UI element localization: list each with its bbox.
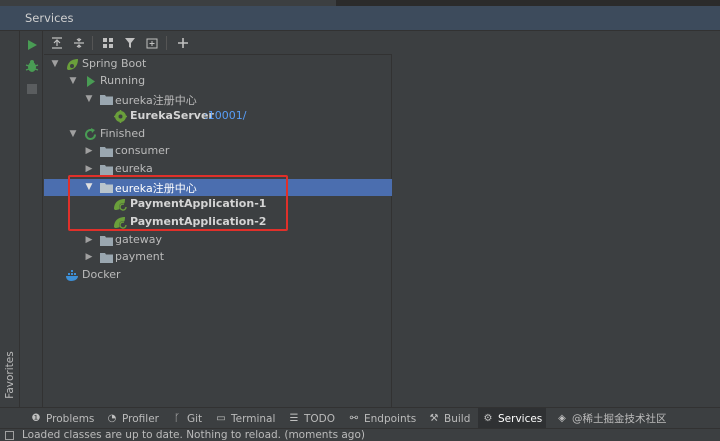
panel-title: Services: [25, 11, 74, 25]
tool-window-label: Services: [498, 412, 543, 425]
build-icon: ⚒: [429, 413, 439, 424]
tree-node-consumer[interactable]: ▶ consumer: [44, 143, 392, 160]
folder-icon: [99, 250, 114, 265]
chevron-down-icon[interactable]: ▼: [84, 94, 94, 104]
tree-label: Running: [100, 74, 146, 87]
tool-window-label: Problems: [46, 412, 95, 425]
tree-label: Docker: [82, 268, 121, 281]
chevron-right-icon[interactable]: ▶: [84, 146, 94, 156]
tool-window-label: Terminal: [231, 412, 276, 425]
status-message: Loaded classes are up to date. Nothing t…: [22, 429, 365, 441]
tree-node-gateway[interactable]: ▶ gateway: [44, 232, 392, 249]
todo-icon: ☰: [289, 413, 299, 424]
filter-icon[interactable]: [121, 34, 139, 52]
running-icon: [83, 74, 98, 89]
endpoints-icon: ⚯: [349, 413, 359, 424]
tree-label: gateway: [115, 233, 163, 246]
tool-window-profiler[interactable]: ◔ Profiler: [102, 408, 163, 429]
tree-node-spring-boot[interactable]: ▼ Spring Boot: [44, 56, 392, 73]
tool-window-todo[interactable]: ☰ TODO: [284, 408, 339, 429]
highlight-box: [68, 175, 288, 231]
problems-icon: ❶: [31, 413, 41, 424]
chevron-down-icon[interactable]: ▼: [68, 129, 78, 139]
chevron-right-icon[interactable]: ▶: [84, 235, 94, 245]
tree-node-payment[interactable]: ▶ payment: [44, 249, 392, 266]
terminal-icon: ▭: [216, 413, 226, 424]
tree-label: EurekaServer: [130, 109, 214, 122]
tool-window-label: Profiler: [122, 412, 159, 425]
tree-node-running[interactable]: ▼ Running: [44, 73, 392, 90]
tree-node-running-group[interactable]: ▼ eureka注册中心: [44, 91, 392, 108]
spring-boot-icon: [65, 57, 80, 72]
toggle-tool-windows-icon[interactable]: [5, 431, 14, 440]
tool-window-label: @稀土掘金技术社区: [572, 413, 667, 425]
chevron-down-icon[interactable]: ▼: [68, 76, 78, 86]
service-detail-panel: [393, 31, 720, 407]
docker-icon: [65, 268, 80, 283]
tree-label: consumer: [115, 144, 170, 157]
tool-window-label: Git: [187, 412, 203, 425]
services-toolbar: [44, 31, 392, 55]
tool-window-build[interactable]: ⚒ Build: [424, 408, 474, 429]
collapse-all-icon[interactable]: [70, 34, 88, 52]
chevron-right-icon[interactable]: ▶: [84, 164, 94, 174]
toolbar-separator: [92, 36, 93, 50]
expand-all-icon[interactable]: [48, 34, 66, 52]
tree-node-finished[interactable]: ▼ Finished: [44, 126, 392, 143]
tool-window-database[interactable]: ◈ @稀土掘金技术社区: [552, 408, 671, 429]
group-by-icon[interactable]: [99, 34, 117, 52]
tree-label: Spring Boot: [82, 57, 147, 70]
tool-window-label: Endpoints: [364, 412, 417, 425]
git-icon: ᚴ: [174, 413, 180, 424]
services-icon: ⚙: [483, 413, 493, 424]
run-icon[interactable]: [24, 37, 40, 53]
folder-icon: [99, 144, 114, 159]
database-icon: ◈: [558, 413, 566, 424]
favorites-label: Favorites: [4, 351, 16, 399]
chevron-right-icon[interactable]: ▶: [84, 252, 94, 262]
tool-window-bar: ❶ Problems ◔ Profiler ᚴ Git ▭ Terminal ☰…: [0, 407, 720, 429]
profiler-icon: ◔: [107, 413, 117, 424]
tool-window-label: TODO: [304, 412, 336, 425]
debug-icon[interactable]: [24, 58, 40, 74]
new-tab-icon[interactable]: [143, 34, 161, 52]
tool-window-services[interactable]: ⚙ Services: [478, 408, 547, 429]
action-column: [21, 31, 43, 407]
tool-window-label: Build: [444, 412, 471, 425]
services-title-bar: Services: [0, 6, 720, 31]
tree-label: Finished: [100, 127, 146, 140]
tree-label: payment: [115, 250, 165, 263]
toolbar-separator: [166, 36, 167, 50]
chevron-down-icon[interactable]: ▼: [50, 59, 60, 69]
spring-boot-run-icon: [113, 109, 128, 124]
tool-window-terminal[interactable]: ▭ Terminal: [211, 408, 279, 429]
left-tool-stripe: Favorites ★: [0, 31, 20, 429]
finished-icon: [83, 127, 98, 142]
tree-node-eureka-server[interactable]: EurekaServer :10001/: [44, 108, 392, 125]
status-bar: Loaded classes are up to date. Nothing t…: [0, 428, 720, 441]
tool-window-git[interactable]: ᚴ Git: [167, 408, 206, 429]
services-tree: ▼ Spring Boot ▼ Running ▼ eureka注册中心 Eur…: [44, 55, 392, 407]
tool-window-problems[interactable]: ❶ Problems: [26, 408, 98, 429]
stop-icon[interactable]: [24, 81, 40, 97]
tool-window-endpoints[interactable]: ⚯ Endpoints: [344, 408, 420, 429]
add-service-icon[interactable]: [174, 34, 192, 52]
tree-label: eureka: [115, 162, 153, 175]
tree-label: eureka注册中心: [115, 94, 197, 107]
tree-node-docker[interactable]: Docker: [44, 267, 392, 284]
folder-icon: [99, 233, 114, 248]
folder-icon: [99, 92, 114, 107]
port-link[interactable]: :10001/: [204, 109, 246, 122]
